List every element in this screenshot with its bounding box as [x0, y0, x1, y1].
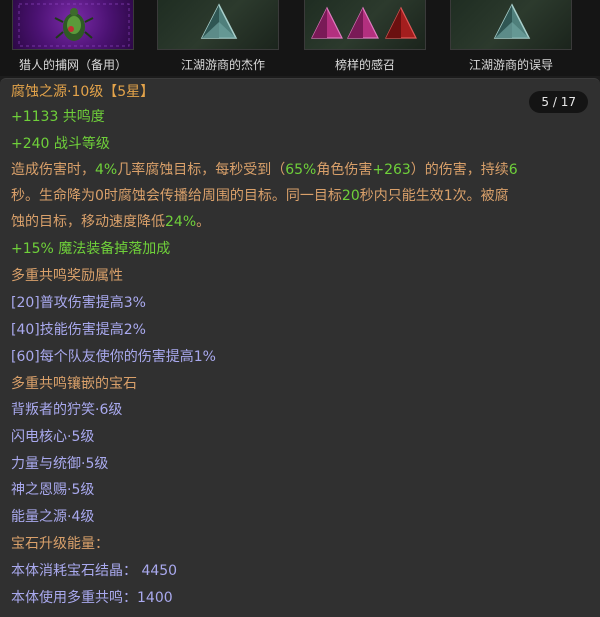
teal-triangle-gem-icon	[450, 0, 572, 50]
socketed-gem: 能量之源·4级	[11, 509, 95, 525]
gem-title: 腐蚀之源·10级【5星】	[11, 84, 155, 100]
socketed-gem: 背叛者的狞笑·6级	[11, 402, 123, 418]
gem-slot-caption: 江湖游商的误导	[468, 58, 553, 72]
magenta-red-triangle-gems-icon	[304, 0, 426, 50]
gem-tooltip-panel: 腐蚀之源·10级【5星】 5 / 17 +1133 共鸣度 +240 战斗等级 …	[0, 78, 600, 617]
page-indicator: 5 / 17	[529, 91, 588, 113]
bonus-item: [40]技能伤害提高2%	[11, 322, 146, 338]
upgrade-header: 宝石升级能量：	[11, 536, 109, 552]
gem-slot-row: 猎人的捕网（备用） 江湖游商的杰作 榜样的感召 江湖游商的误导	[0, 0, 600, 76]
teal-triangle-gem-icon	[157, 0, 279, 50]
effect-description-line-1: 造成伤害时，4%几率腐蚀目标，每秒受到（65%角色伤害+263）的伤害，持续6	[11, 162, 518, 178]
gem-slot-2[interactable]: 江湖游商的杰作	[150, 0, 296, 76]
cost-crystal: 本体消耗宝石结晶： 4450	[11, 563, 178, 579]
stat-resonance: +1133 共鸣度	[11, 109, 105, 125]
socketed-gem: 神之恩赐·5级	[11, 482, 95, 498]
gem-slot-4[interactable]: 江湖游商的误导	[438, 0, 584, 76]
socketed-gem: 闪电核心·5级	[11, 429, 95, 445]
socketed-header: 多重共鸣镶嵌的宝石	[11, 376, 137, 392]
gem-slot-caption: 榜样的感召	[334, 58, 395, 72]
cost-resonance: 本体使用多重共鸣：1400	[11, 590, 173, 606]
effect-description-line-2: 秒。生命降为0时腐蚀会传播给周围的目标。同一目标20秒内只能生效1次。被腐	[11, 188, 509, 204]
beetle-icon	[12, 0, 134, 50]
bonus-item: [20]普攻伤害提高3%	[11, 295, 146, 311]
socketed-gem: 力量与统御·5级	[11, 456, 109, 472]
effect-description-line-3: 蚀的目标，移动速度降低24%。	[11, 214, 211, 230]
bonus-item: [60]每个队友使你的伤害提高1%	[11, 349, 216, 365]
gem-slot-3[interactable]: 榜样的感召	[292, 0, 438, 76]
gem-slot-1[interactable]: 猎人的捕网（备用）	[0, 0, 146, 76]
gem-slot-caption: 江湖游商的杰作	[180, 58, 265, 72]
bonus-header: 多重共鸣奖励属性	[11, 268, 123, 284]
gem-slot-caption: 猎人的捕网（备用）	[18, 58, 127, 72]
stat-magic-find: +15% 魔法装备掉落加成	[11, 241, 171, 257]
stat-combat-rating: +240 战斗等级	[11, 136, 110, 152]
